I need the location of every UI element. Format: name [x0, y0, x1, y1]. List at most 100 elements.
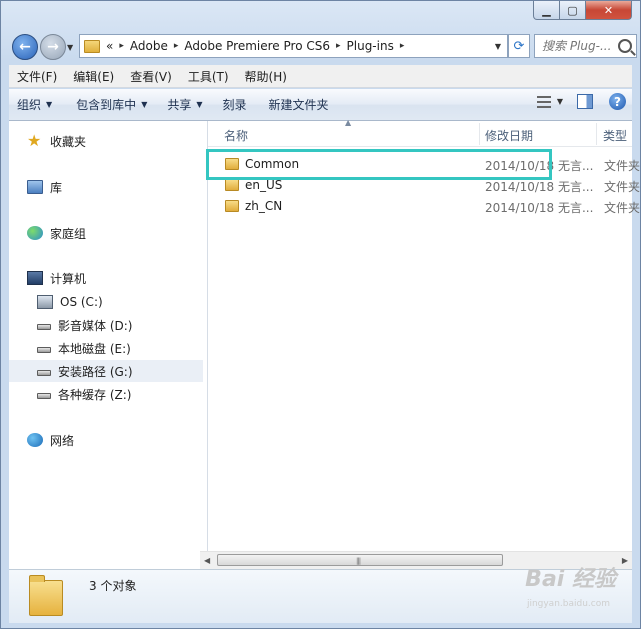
view-options-icon[interactable] — [536, 95, 551, 108]
menu-edit[interactable]: 编辑(E) — [65, 68, 122, 85]
forward-button[interactable]: → — [40, 34, 66, 60]
back-button[interactable]: ← — [12, 34, 38, 60]
chevron-down-icon[interactable]: ▼ — [557, 97, 563, 106]
search-icon[interactable] — [618, 39, 632, 53]
nav-label: 网络 — [50, 433, 75, 448]
search-box — [534, 34, 637, 58]
address-dropdown-icon[interactable]: ▼ — [495, 42, 501, 51]
breadcrumb: « ▸ Adobe ▸ Adobe Premiere Pro CS6 ▸ Plu… — [106, 39, 410, 53]
column-divider[interactable] — [596, 123, 597, 145]
os-drive-icon — [37, 295, 53, 309]
share-button[interactable]: 共享 ▼ — [159, 96, 210, 113]
preview-pane-icon[interactable] — [577, 94, 593, 109]
nav-item-favorites[interactable]: ★ 收藏夹 — [27, 130, 221, 152]
command-bar: 组织 ▼ 包含到库中 ▼ 共享 ▼ 刻录 新建文件夹 ▼ ? — [9, 89, 632, 121]
breadcrumb-separator-icon[interactable]: ▸ — [336, 41, 341, 51]
nav-item-drive-d[interactable]: 影音媒体 (D:) — [37, 314, 203, 336]
homegroup-icon — [27, 226, 43, 240]
menu-help[interactable]: 帮助(H) — [237, 68, 295, 85]
nav-label: 计算机 — [50, 271, 87, 286]
column-modified[interactable]: 修改日期 — [485, 127, 533, 144]
nav-label: 影音媒体 (D:) — [58, 318, 133, 333]
nav-label: 收藏夹 — [50, 134, 87, 149]
computer-icon — [27, 271, 43, 285]
file-list: ▲ 名称 修改日期 类型 Common 2014/10/18 无言... 文件夹… — [208, 118, 640, 569]
file-type: 文件夹 — [604, 180, 641, 194]
nav-item-drive-c[interactable]: OS (C:) — [37, 291, 203, 313]
scrollbar-thumb[interactable]: ||| — [217, 554, 503, 566]
watermark-url: jingyan.baidu.com — [526, 599, 610, 609]
nav-label: 库 — [50, 180, 63, 195]
nav-item-network[interactable]: 网络 — [27, 429, 221, 451]
breadcrumb-separator-icon[interactable]: ▸ — [119, 41, 124, 51]
chevron-down-icon: ▼ — [141, 100, 148, 109]
nav-item-drive-g[interactable]: 安装路径 (G:) — [9, 360, 203, 382]
main-area: ★ 收藏夹 库 家庭组 计算机 OS (C:) 影音媒体 (D:) 本地磁盘 (… — [9, 118, 640, 569]
nav-item-homegroup[interactable]: 家庭组 — [27, 222, 221, 244]
minimize-button[interactable]: ▁ — [533, 1, 560, 20]
hard-drive-icon — [37, 393, 51, 399]
nav-item-drive-e[interactable]: 本地磁盘 (E:) — [37, 337, 203, 359]
menu-file[interactable]: 文件(F) — [9, 68, 65, 85]
folder-icon — [29, 575, 63, 616]
burn-button[interactable]: 刻录 — [215, 96, 255, 113]
folder-icon — [225, 200, 239, 212]
help-icon[interactable]: ? — [609, 93, 626, 110]
nav-item-drive-z[interactable]: 各种缓存 (Z:) — [37, 383, 203, 405]
nav-item-computer[interactable]: 计算机 — [27, 267, 221, 289]
search-input[interactable] — [540, 38, 624, 54]
menu-view[interactable]: 查看(V) — [122, 68, 180, 85]
file-row[interactable]: zh_CN 2014/10/18 无言... 文件夹 — [220, 196, 640, 217]
grip-icon: ||| — [356, 557, 361, 565]
nav-label: OS (C:) — [60, 295, 103, 309]
folder-icon — [225, 179, 239, 191]
folder-icon — [84, 39, 100, 53]
sort-ascending-icon: ▲ — [345, 118, 352, 127]
file-type: 文件夹 — [604, 159, 641, 173]
scroll-right-icon[interactable]: ▶ — [622, 556, 628, 565]
file-name: zh_CN — [245, 199, 283, 213]
organize-label: 组织 — [17, 98, 42, 112]
caption-buttons: ▁ ▢ ✕ — [533, 1, 632, 21]
breadcrumb-separator-icon[interactable]: ▸ — [174, 41, 179, 51]
share-label: 共享 — [167, 98, 192, 112]
column-name[interactable]: 名称 — [224, 127, 248, 144]
network-icon — [27, 433, 43, 447]
breadcrumb-item-plugins[interactable]: Plug-ins — [347, 39, 394, 53]
column-type[interactable]: 类型 — [603, 127, 627, 144]
recent-pages-dropdown[interactable]: ▼ — [67, 43, 73, 52]
hard-drive-icon — [37, 347, 51, 353]
maximize-button[interactable]: ▢ — [560, 1, 586, 20]
annotation-highlight-box — [206, 149, 552, 180]
library-icon — [27, 180, 43, 194]
scroll-left-icon[interactable]: ◀ — [204, 556, 210, 565]
column-headers: ▲ 名称 修改日期 类型 — [208, 118, 632, 147]
nav-label: 各种缓存 (Z:) — [58, 387, 132, 402]
chevron-down-icon: ▼ — [46, 100, 53, 109]
explorer-window: ▁ ▢ ✕ ← → ▼ « ▸ Adobe ▸ Adobe Premiere P… — [0, 0, 641, 629]
file-name: en_US — [245, 178, 283, 192]
chevron-down-icon: ▼ — [196, 100, 203, 109]
view-controls: ▼ ? — [536, 93, 626, 110]
include-in-library-button[interactable]: 包含到库中 ▼ — [68, 96, 155, 113]
close-button[interactable]: ✕ — [586, 1, 632, 20]
star-icon: ★ — [27, 131, 42, 150]
file-modified: 2014/10/18 无言... — [485, 201, 594, 215]
organize-button[interactable]: 组织 ▼ — [9, 96, 60, 113]
breadcrumb-item-adobe[interactable]: Adobe — [130, 39, 168, 53]
watermark-logo: Bai 经验 — [525, 567, 616, 592]
hard-drive-icon — [37, 324, 51, 330]
refresh-button[interactable]: ⟳ — [508, 34, 530, 58]
breadcrumb-separator-icon[interactable]: ▸ — [400, 41, 405, 51]
nav-label: 家庭组 — [50, 226, 87, 241]
breadcrumb-item-premiere[interactable]: Adobe Premiere Pro CS6 — [184, 39, 330, 53]
new-folder-button[interactable]: 新建文件夹 — [261, 96, 337, 113]
breadcrumb-overflow[interactable]: « — [106, 39, 113, 53]
column-divider[interactable] — [479, 123, 480, 145]
navigation-pane: ★ 收藏夹 库 家庭组 计算机 OS (C:) 影音媒体 (D:) 本地磁盘 (… — [9, 121, 208, 569]
nav-label: 本地磁盘 (E:) — [58, 341, 131, 356]
nav-item-libraries[interactable]: 库 — [27, 176, 221, 198]
menu-tools[interactable]: 工具(T) — [180, 68, 237, 85]
file-modified: 2014/10/18 无言... — [485, 180, 594, 194]
address-bar[interactable]: « ▸ Adobe ▸ Adobe Premiere Pro CS6 ▸ Plu… — [79, 34, 508, 58]
